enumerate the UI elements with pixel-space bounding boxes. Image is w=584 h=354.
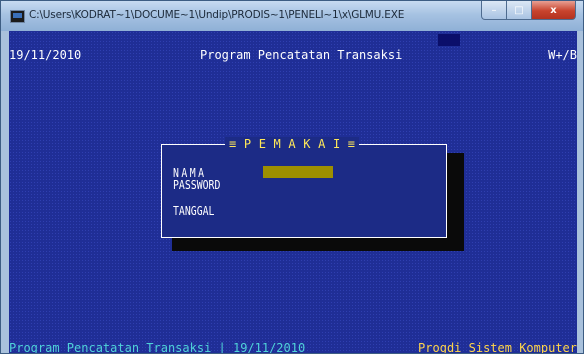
dialog-title: ≡ P E M A K A I ≡ <box>225 137 360 151</box>
header-program-title: Program Pencatatan Transaksi <box>200 48 403 62</box>
window-title: C:\Users\KODRAT~1\DOCUME~1\Undip\PRODIS~… <box>29 9 405 21</box>
header-row: 19/11/2010 Program Pencatatan Transaksi … <box>9 48 577 62</box>
title-bar[interactable]: C:\Users\KODRAT~1\DOCUME~1\Undip\PRODIS~… <box>1 1 583 31</box>
nama-input[interactable] <box>263 166 333 178</box>
maximize-icon: □ <box>514 4 524 16</box>
console-screen[interactable]: 19/11/2010 Program Pencatatan Transaksi … <box>9 31 577 353</box>
window-controls: – □ x <box>481 1 576 21</box>
minimize-button[interactable]: – <box>481 1 507 20</box>
header-right-text: W+/B <box>548 48 577 62</box>
status-bar: Program Pencatatan Transaksi | 19/11/201… <box>9 341 577 353</box>
minimize-icon: – <box>491 4 497 16</box>
status-left-text: Program Pencatatan Transaksi | 19/11/201… <box>9 341 306 353</box>
header-date: 19/11/2010 <box>9 48 82 62</box>
login-dialog: ≡ P E M A K A I ≡ NAMA PASSWORD TANGGAL <box>161 137 447 238</box>
cursor-block <box>438 34 460 46</box>
maximize-button[interactable]: □ <box>507 1 532 20</box>
close-button[interactable]: x <box>532 1 576 20</box>
password-label: PASSWORD <box>173 178 221 192</box>
status-right-text: Progdi Sistem Komputer <box>418 341 577 353</box>
app-icon[interactable] <box>10 10 25 23</box>
tanggal-label: TANGGAL <box>173 204 215 218</box>
console-window: C:\Users\KODRAT~1\DOCUME~1\Undip\PRODIS~… <box>0 0 584 354</box>
close-icon: x <box>550 4 557 16</box>
